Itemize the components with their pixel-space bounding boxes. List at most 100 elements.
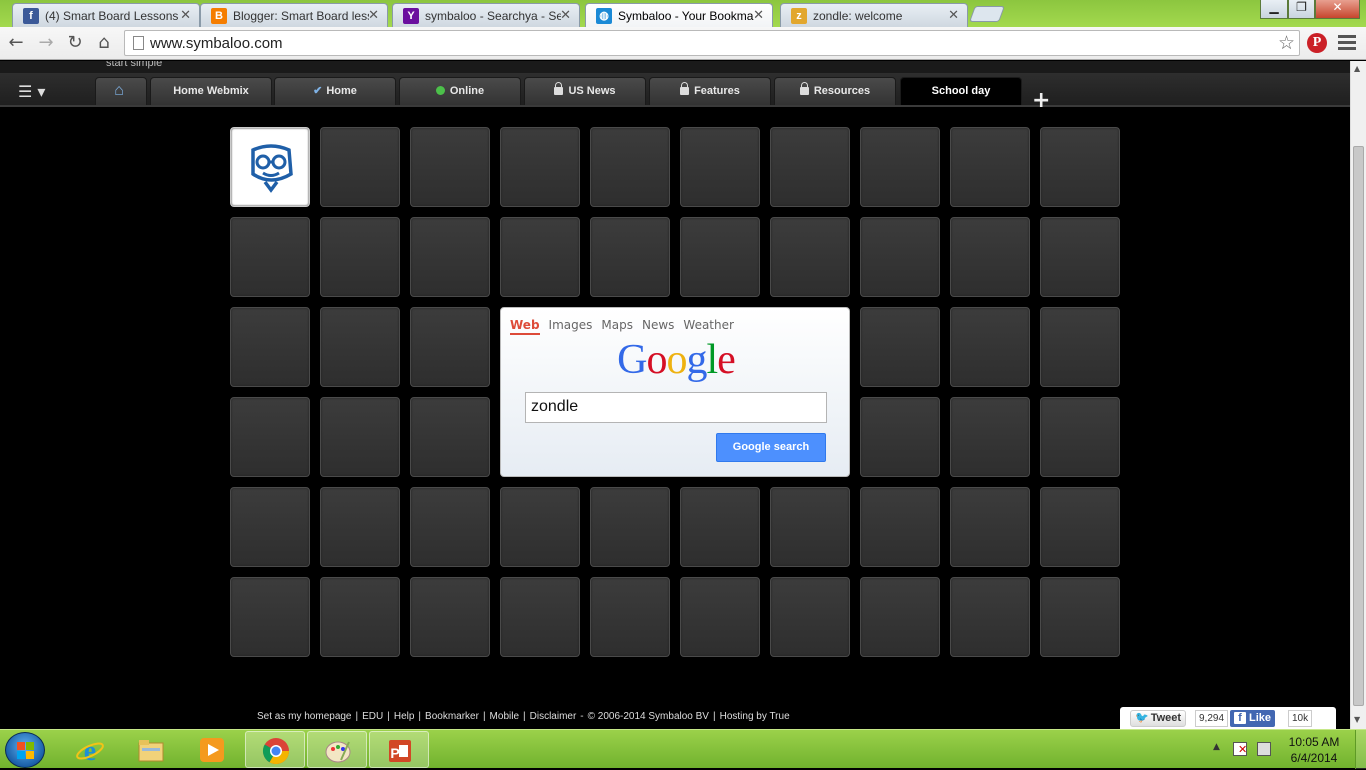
- tweet-button[interactable]: 🐦 Tweet: [1130, 710, 1187, 727]
- bookmark-tile[interactable]: [410, 217, 490, 297]
- webmix-tab[interactable]: Features: [649, 77, 771, 105]
- bookmark-tile[interactable]: [590, 487, 670, 567]
- bookmark-tile[interactable]: [950, 307, 1030, 387]
- facebook-like-button[interactable]: f Like: [1230, 710, 1276, 727]
- bookmark-tile[interactable]: [770, 127, 850, 207]
- bookmark-tile[interactable]: [860, 397, 940, 477]
- bookmark-tile[interactable]: [860, 217, 940, 297]
- bookmark-tile[interactable]: [230, 217, 310, 297]
- close-tab-icon[interactable]: ✕: [368, 8, 379, 23]
- action-center-icon[interactable]: ✕: [1233, 742, 1247, 756]
- webmix-tab[interactable]: US News: [524, 77, 646, 105]
- bookmark-tile[interactable]: [1040, 487, 1120, 567]
- bookmark-tile[interactable]: [770, 217, 850, 297]
- google-tab-images[interactable]: Images: [549, 318, 593, 332]
- browser-tab[interactable]: ◍ Symbaloo - Your Bookma ✕: [585, 3, 773, 27]
- pinterest-icon[interactable]: P: [1307, 33, 1327, 53]
- chrome-menu-icon[interactable]: [1338, 35, 1356, 53]
- taskbar-app-button[interactable]: [182, 731, 242, 768]
- bookmark-tile[interactable]: [500, 577, 580, 657]
- footer-link[interactable]: Help: [394, 711, 415, 722]
- bookmark-tile[interactable]: [860, 487, 940, 567]
- bookmark-tile[interactable]: [860, 577, 940, 657]
- clock[interactable]: 10:05 AM 6/4/2014: [1276, 734, 1352, 766]
- bookmark-star-icon[interactable]: ☆: [1278, 32, 1295, 54]
- address-bar[interactable]: www.symbaloo.com ☆: [124, 30, 1300, 56]
- google-tab-weather[interactable]: Weather: [683, 318, 734, 332]
- taskbar-app-button[interactable]: P: [369, 731, 429, 768]
- footer-link[interactable]: Mobile: [490, 711, 519, 722]
- bookmark-tile[interactable]: [500, 127, 580, 207]
- bookmark-tile[interactable]: [410, 307, 490, 387]
- footer-link[interactable]: Bookmarker: [425, 711, 479, 722]
- bookmark-tile[interactable]: [1040, 397, 1120, 477]
- bookmark-tile[interactable]: [860, 307, 940, 387]
- webmix-tab[interactable]: Resources: [774, 77, 896, 105]
- close-tab-icon[interactable]: ✕: [948, 8, 959, 23]
- maximize-button[interactable]: ❐: [1288, 0, 1315, 19]
- bookmark-tile[interactable]: [230, 307, 310, 387]
- google-tab-maps[interactable]: Maps: [601, 318, 633, 332]
- bookmark-tile[interactable]: [320, 127, 400, 207]
- bookmark-tile[interactable]: [680, 487, 760, 567]
- bookmark-tile[interactable]: [770, 487, 850, 567]
- taskbar-app-button[interactable]: e: [60, 731, 120, 768]
- webmix-tab[interactable]: Online: [399, 77, 521, 105]
- bookmark-tile[interactable]: [320, 397, 400, 477]
- bookmark-tile[interactable]: [860, 127, 940, 207]
- bookmark-tile[interactable]: [950, 397, 1030, 477]
- network-icon[interactable]: [1257, 742, 1271, 756]
- bookmark-tile[interactable]: [950, 217, 1030, 297]
- bookmark-tile[interactable]: [230, 487, 310, 567]
- show-hidden-icons[interactable]: ▲: [1213, 742, 1220, 752]
- bookmark-tile[interactable]: [410, 127, 490, 207]
- vertical-scrollbar[interactable]: ▲ ▼: [1350, 61, 1366, 729]
- browser-tab[interactable]: Ysymbaloo - Searchya - Sea ✕: [392, 3, 580, 27]
- bookmark-tile[interactable]: [320, 487, 400, 567]
- bookmark-tile[interactable]: [320, 217, 400, 297]
- footer-link[interactable]: Disclaimer: [530, 711, 577, 722]
- webmix-menu-icon[interactable]: ☰ ▾: [18, 82, 52, 101]
- scroll-down-icon[interactable]: ▼: [1354, 715, 1360, 724]
- new-tab-button[interactable]: [969, 6, 1005, 22]
- bookmark-tile-edmodo[interactable]: [230, 127, 310, 207]
- bookmark-tile[interactable]: [500, 487, 580, 567]
- bookmark-tile[interactable]: [680, 217, 760, 297]
- bookmark-tile[interactable]: [1040, 217, 1120, 297]
- bookmark-tile[interactable]: [500, 217, 580, 297]
- google-tab-news[interactable]: News: [642, 318, 674, 332]
- bookmark-tile[interactable]: [590, 127, 670, 207]
- close-tab-icon[interactable]: ✕: [753, 8, 764, 23]
- bookmark-tile[interactable]: [590, 577, 670, 657]
- bookmark-tile[interactable]: [230, 577, 310, 657]
- footer-link[interactable]: Set as my homepage: [257, 711, 352, 722]
- browser-tab[interactable]: B Blogger: Smart Board lesso ✕: [200, 3, 388, 27]
- bookmark-tile[interactable]: [680, 127, 760, 207]
- close-tab-icon[interactable]: ✕: [180, 8, 191, 23]
- bookmark-tile[interactable]: [320, 577, 400, 657]
- bookmark-tile[interactable]: [680, 577, 760, 657]
- forward-icon[interactable]: →: [36, 33, 56, 53]
- webmix-tab[interactable]: ⌂: [95, 77, 147, 105]
- google-tab-web[interactable]: Web: [510, 318, 540, 335]
- google-search-input[interactable]: zondle: [525, 392, 827, 423]
- scrollbar-thumb[interactable]: [1353, 146, 1364, 706]
- webmix-tab[interactable]: Home Webmix: [150, 77, 272, 105]
- browser-tab[interactable]: f (4) Smart Board Lessons sl ✕: [12, 3, 200, 27]
- taskbar-app-button[interactable]: [121, 731, 181, 768]
- start-button[interactable]: [5, 732, 45, 768]
- add-webmix-button[interactable]: +: [1032, 90, 1050, 112]
- bookmark-tile[interactable]: [320, 307, 400, 387]
- back-icon[interactable]: ←: [6, 33, 26, 53]
- close-tab-icon[interactable]: ✕: [560, 8, 571, 23]
- bookmark-tile[interactable]: [1040, 307, 1120, 387]
- scroll-up-icon[interactable]: ▲: [1354, 64, 1360, 73]
- footer-link[interactable]: EDU: [362, 711, 383, 722]
- browser-tab[interactable]: z zondle: welcome ✕: [780, 3, 968, 27]
- webmix-tab[interactable]: School day: [900, 77, 1022, 105]
- close-window-button[interactable]: ✕: [1315, 0, 1360, 19]
- google-search-button[interactable]: Google search: [716, 433, 826, 462]
- show-desktop-button[interactable]: [1355, 730, 1366, 769]
- bookmark-tile[interactable]: [1040, 577, 1120, 657]
- url-text[interactable]: www.symbaloo.com: [150, 35, 283, 52]
